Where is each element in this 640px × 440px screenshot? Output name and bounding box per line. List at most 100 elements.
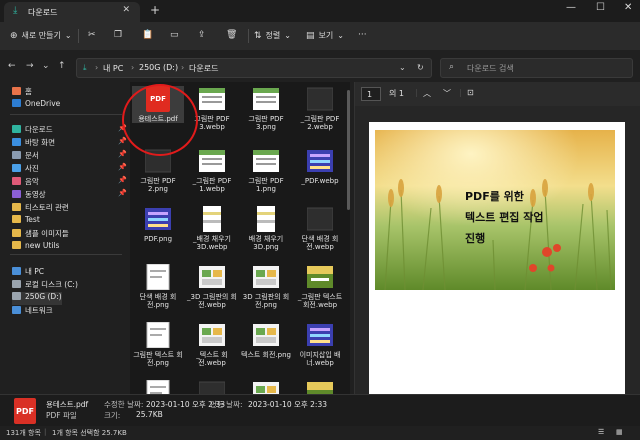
sidebar-item[interactable]: 사진 📌 <box>12 163 127 176</box>
folder-icon <box>12 125 21 133</box>
title-bar: ⤓ 다운로드 ✕ + — ☐ ✕ <box>0 0 640 22</box>
maximize-button[interactable]: ☐ <box>596 2 605 13</box>
fit-page-icon[interactable]: ⊡ <box>467 88 474 97</box>
search-box[interactable]: ⌕ 다운로드 검색 <box>440 58 633 78</box>
page-number-input[interactable]: 1 <box>361 87 381 101</box>
sort-icon: ⇅ <box>254 31 262 41</box>
new-tab-button[interactable]: + <box>150 3 160 17</box>
up-arrow-icon[interactable]: ↑ <box>58 61 66 71</box>
image-thumbnail <box>199 88 225 110</box>
file-item[interactable]: 그림판 PDF 1.png <box>240 148 292 193</box>
file-item[interactable]: _그림판 PDF 2.webp <box>294 86 346 131</box>
sidebar-item[interactable]: 음악 📌 <box>12 176 127 189</box>
file-item[interactable]: _배경 채우기 3D.webp <box>186 206 238 251</box>
file-item[interactable] <box>240 380 292 394</box>
tab-downloads[interactable]: ⤓ 다운로드 ✕ <box>4 2 140 22</box>
breadcrumb-downloads[interactable]: 다운로드 <box>189 63 218 74</box>
folder-icon <box>12 306 21 314</box>
sidebar-item[interactable]: 동영상 📌 <box>12 189 127 202</box>
sidebar-item[interactable]: 내 PC <box>12 266 44 279</box>
sidebar-item[interactable]: 바탕 화면 📌 <box>12 137 127 150</box>
new-button[interactable]: ⊕ 새로 만들기 ⌄ <box>10 30 72 41</box>
sidebar-item[interactable]: 문서 📌 <box>12 150 127 163</box>
sidebar-item[interactable]: 네트워크 <box>12 305 53 318</box>
image-thumbnail <box>145 208 171 230</box>
divider <box>78 29 79 43</box>
file-item[interactable]: _PDF.webp <box>294 148 346 185</box>
sidebar-item-label: Test <box>25 215 40 224</box>
view-icon: ▤ <box>306 31 315 41</box>
sidebar-item[interactable]: OneDrive <box>12 99 60 112</box>
sidebar-item[interactable]: new Utils <box>12 241 59 254</box>
image-thumbnail <box>307 87 333 111</box>
cut-icon[interactable]: ✂ <box>88 30 96 40</box>
minimize-button[interactable]: — <box>566 2 576 13</box>
sidebar-item-label: new Utils <box>25 241 60 250</box>
delete-icon[interactable]: 🗑 <box>226 30 237 40</box>
file-item[interactable]: _텍스트 회전.webp <box>186 322 238 367</box>
sidebar-item-label: 샘플 이미지들 <box>25 229 69 238</box>
sidebar-item[interactable]: Test <box>12 215 40 228</box>
thumbnail-view-icon[interactable]: ▦ <box>616 428 623 436</box>
details-file-type: PDF 파일 <box>46 411 77 420</box>
sidebar-item[interactable]: 다운로드 📌 <box>12 124 127 137</box>
file-item[interactable]: 그림판 PDF 3.png <box>240 86 292 131</box>
rename-icon[interactable]: ▭ <box>170 30 179 40</box>
sidebar-item-label: 다운로드 <box>25 125 53 134</box>
breadcrumb-my-pc[interactable]: 내 PC <box>103 63 123 74</box>
sidebar-item[interactable]: 티스토리 관련 <box>12 202 69 215</box>
sidebar-item[interactable]: 로컬 디스크 (C:) <box>12 279 78 292</box>
file-item[interactable]: _3D 그림판의 회전.webp <box>186 264 238 309</box>
copy-icon[interactable]: ❐ <box>114 30 122 40</box>
refresh-icon[interactable]: ↻ <box>417 63 424 72</box>
back-arrow-icon[interactable]: ← <box>8 61 16 71</box>
image-thumbnail <box>146 380 170 394</box>
tab-close-icon[interactable]: ✕ <box>122 5 130 15</box>
sidebar-item[interactable]: 홈 <box>12 86 32 99</box>
file-item[interactable]: 3D 그림판의 회전.png <box>240 264 292 309</box>
forward-arrow-icon[interactable]: → <box>26 61 34 71</box>
file-item[interactable]: _그림판 텍스트 회전.webp <box>294 264 346 309</box>
file-item[interactable]: 단색 배경 회전.png <box>132 264 184 309</box>
breadcrumb-drive[interactable]: 250G (D:) <box>139 63 178 72</box>
image-thumbnail <box>307 324 333 346</box>
folder-icon <box>12 203 21 211</box>
close-button[interactable]: ✕ <box>624 2 632 13</box>
file-item[interactable]: PDF.png <box>132 206 184 243</box>
sidebar-item-label: 티스토리 관련 <box>25 203 69 212</box>
file-item[interactable]: 텍스트 회전.png <box>240 322 292 359</box>
sort-button[interactable]: ⇅ 정렬 ⌄ <box>254 30 291 41</box>
pdf-page: PDF를 위한 텍스트 편집 작업 진행 <box>369 122 625 394</box>
vertical-scrollbar[interactable] <box>347 90 350 210</box>
share-icon[interactable]: ⇪ <box>198 30 206 40</box>
prev-page-icon[interactable]: ︿ <box>423 88 431 99</box>
file-item[interactable] <box>186 380 238 394</box>
file-name: _그림판 PDF 2.webp <box>300 115 340 131</box>
address-bar[interactable]: ⤓ › 내 PC › 250G (D:) › 다운로드 ⌄ ↻ <box>76 58 432 78</box>
next-page-icon[interactable]: ﹀ <box>443 88 451 99</box>
download-icon: ⤓ <box>13 5 18 16</box>
view-button[interactable]: ▤ 보기 ⌄ <box>306 30 344 41</box>
file-item[interactable]: 단색 배경 회전.webp <box>294 206 346 251</box>
sidebar-item[interactable]: 250G (D:) <box>12 292 62 305</box>
chevron-down-icon[interactable]: ⌄ <box>42 61 50 71</box>
status-bar: 131개 항목 | 1개 항목 선택함 25.7KB ☰ ▦ <box>0 426 640 440</box>
file-item[interactable]: 그림판 텍스트 회전.png <box>132 322 184 367</box>
sidebar-item-label: 동영상 <box>25 190 46 199</box>
file-item[interactable]: 배경 채우기 3D.png <box>240 206 292 251</box>
paste-icon[interactable]: 📋 <box>142 30 153 40</box>
details-view-icon[interactable]: ☰ <box>598 428 604 436</box>
chevron-down-icon[interactable]: ⌄ <box>399 63 406 72</box>
file-name: PDF.png <box>143 235 173 243</box>
image-thumbnail <box>199 150 225 172</box>
more-options-button[interactable]: ··· <box>358 30 367 40</box>
file-item[interactable] <box>294 380 346 394</box>
file-item[interactable]: _그림판 PDF 1.webp <box>186 148 238 193</box>
folder-icon <box>12 190 21 198</box>
file-item[interactable]: 이미지삽입 배너.webp <box>294 322 346 367</box>
file-item[interactable] <box>132 380 184 394</box>
item-count: 131개 항목 <box>6 429 41 437</box>
file-name: 텍스트 회전.png <box>241 351 291 359</box>
search-icon: ⌕ <box>449 62 455 72</box>
sidebar-item[interactable]: 샘플 이미지들 <box>12 228 69 241</box>
